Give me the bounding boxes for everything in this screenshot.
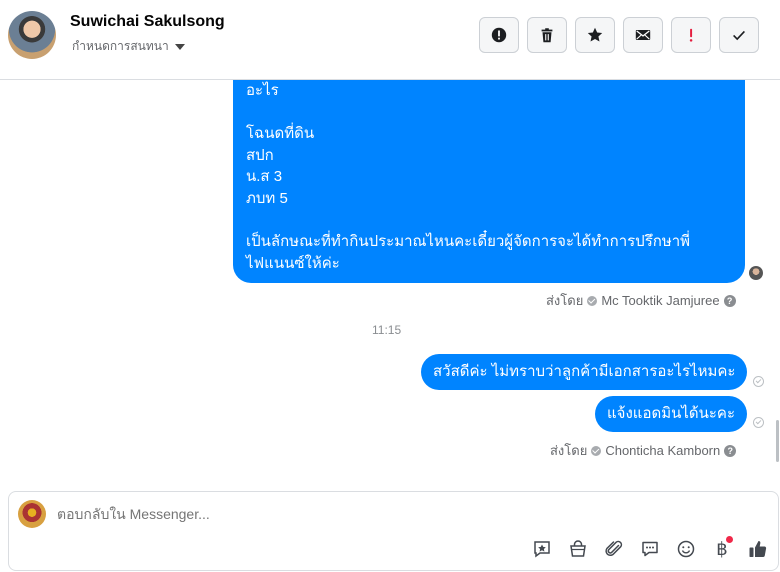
quick-reply-button[interactable]: [638, 537, 662, 561]
sender-name: Chonticha Kamborn: [605, 443, 721, 458]
header-actions: [479, 17, 759, 53]
emoji-button[interactable]: [674, 537, 698, 561]
assign-conversation-label: กำหนดการสนทนา: [72, 39, 169, 53]
sent-status-icon: [753, 417, 764, 428]
composer-toolbar: ฿: [530, 536, 770, 561]
shop-button[interactable]: [566, 537, 590, 561]
mark-unread-button[interactable]: [623, 17, 663, 53]
paperclip-icon: [605, 540, 623, 557]
sent-by-label: ส่งโดย: [550, 443, 588, 458]
conversation-header: Suwichai Sakulsong กำหนดการสนทนา: [0, 0, 780, 80]
checkmark-icon: [733, 30, 745, 41]
payment-button[interactable]: ฿: [710, 536, 734, 561]
exclamation-icon: [689, 28, 693, 42]
message-bubble-document-list[interactable]: อะไร โฉนดที่ดิน สปก น.ส 3 ภบท 5 เป็นลักษ…: [233, 80, 745, 283]
message-text: สวัสดีค่ะ ไม่ทราบว่าลูกค้ามีเอกสารอะไรไห…: [433, 363, 736, 381]
saved-replies-button[interactable]: [530, 537, 554, 561]
message-line: อะไร: [246, 82, 279, 99]
assign-conversation-dropdown[interactable]: กำหนดการสนทนา: [72, 37, 185, 56]
message-line: สปก: [246, 146, 274, 164]
timestamp: 11:15: [372, 323, 402, 337]
message-line: [246, 102, 733, 124]
verified-check-icon: [587, 295, 598, 306]
message-thread[interactable]: อะไร โฉนดที่ดิน สปก น.ส 3 ภบท 5 เป็นลักษ…: [0, 80, 780, 483]
notification-dot: [726, 536, 733, 543]
message-line: โฉนดที่ดิน: [246, 125, 315, 143]
message-bubble[interactable]: แจ้งแอดมินได้นะคะ: [595, 396, 748, 432]
caret-down-icon: [174, 43, 185, 50]
reply-composer: ฿: [8, 491, 779, 571]
alert-circle-icon: [491, 27, 507, 43]
saved-reply-icon: [534, 541, 550, 558]
delete-button[interactable]: [527, 17, 567, 53]
contact-name[interactable]: Suwichai Sakulsong: [70, 13, 225, 31]
thumbs-up-icon: [749, 541, 767, 558]
sender-name: Mc Tooktik Jamjuree: [601, 293, 720, 308]
message-line: ไฟแนนซ์ให้ค่ะ: [246, 254, 340, 272]
mark-spam-button[interactable]: [479, 17, 519, 53]
message-line: [246, 210, 733, 232]
star-icon: [587, 27, 603, 42]
follow-up-button[interactable]: [671, 17, 711, 53]
contact-avatar[interactable]: [8, 11, 56, 59]
message-bubble[interactable]: สวัสดีค่ะ ไม่ทราบว่าลูกค้ามีเอกสารอะไรไห…: [421, 354, 748, 390]
shopping-bag-icon: [570, 540, 586, 557]
mark-done-button[interactable]: [719, 17, 759, 53]
emoji-icon: [677, 540, 695, 558]
scrollbar-thumb[interactable]: [776, 420, 779, 462]
star-button[interactable]: [575, 17, 615, 53]
chat-bubble-icon: [642, 541, 658, 557]
envelope-icon: [635, 30, 651, 40]
message-text: แจ้งแอดมินได้นะคะ: [607, 405, 736, 423]
sent-by-label: ส่งโดย: [546, 293, 584, 308]
message-line: น.ส 3: [246, 168, 283, 186]
sent-by-row-1: ส่งโดย Mc Tooktik Jamjuree ?: [546, 290, 736, 311]
sent-by-row-2: ส่งโดย Chonticha Kamborn ?: [550, 440, 737, 461]
like-button[interactable]: [746, 537, 770, 561]
message-line: เป็นลักษณะที่ทำกินประมาณไหนคะเดี๋ยวผู้จั…: [246, 233, 691, 251]
page-avatar: [18, 500, 46, 528]
attach-button[interactable]: [602, 537, 626, 561]
help-icon[interactable]: ?: [723, 294, 736, 307]
seen-avatar: [749, 266, 763, 280]
sent-status-icon: [753, 376, 764, 387]
verified-check-icon: [591, 445, 602, 456]
trash-icon: [541, 28, 553, 43]
help-icon[interactable]: ?: [724, 444, 737, 457]
reply-input[interactable]: [57, 506, 557, 522]
message-line: ภบท 5: [246, 189, 288, 207]
